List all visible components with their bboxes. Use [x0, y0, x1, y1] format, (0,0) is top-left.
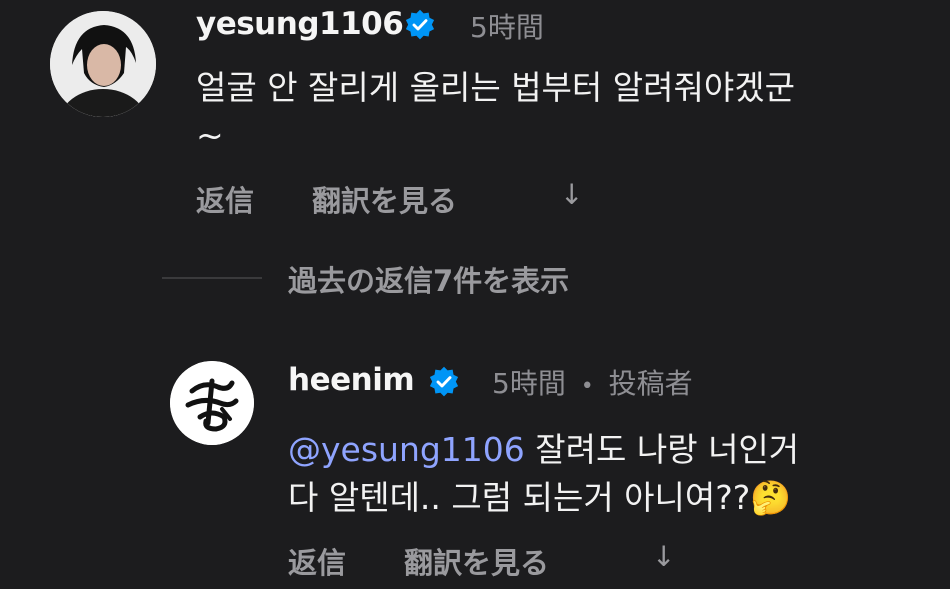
avatar-yesung1106[interactable] [50, 11, 156, 117]
separator-dot: • [580, 374, 594, 399]
arrow-down-icon[interactable]: ↓ [652, 540, 675, 573]
view-previous-replies-button[interactable]: 過去の返信7件を表示 [288, 258, 569, 300]
author-label: 投稿者 [608, 367, 693, 400]
profile-photo [50, 11, 156, 117]
translate-button[interactable]: 翻訳を見る [404, 540, 549, 582]
reply-meta: 5時間 • 投稿者 [492, 362, 693, 402]
thinking-face-emoji: 🤔 [750, 478, 792, 517]
heenim-logo-icon [170, 361, 254, 445]
reply-username[interactable]: heenim [288, 362, 415, 398]
verified-badge-icon [405, 9, 435, 40]
reply-button[interactable]: 返信 [288, 540, 346, 582]
reply-button[interactable]: 返信 [196, 178, 254, 220]
reply-text-part: 잘려도 나랑 너인거 [524, 430, 800, 469]
reply-timestamp: 5時間 [492, 367, 566, 400]
comment-text-line-1: 얼굴 안 잘리게 올리는 법부터 알려줘야겠군 [196, 68, 795, 107]
arrow-down-icon[interactable]: ↓ [560, 178, 583, 211]
comment-timestamp: 5時間 [470, 11, 544, 44]
reply-text-part-2: 다 알텐데.. 그럼 되는거 아니여?? [288, 478, 751, 517]
replies-divider [162, 277, 262, 279]
translate-button[interactable]: 翻訳を見る [312, 178, 457, 220]
avatar-heenim[interactable] [170, 361, 254, 445]
comment-username[interactable]: yesung1106 [196, 6, 404, 42]
reply-text-line-2: 다 알텐데.. 그럼 되는거 아니여??🤔 [288, 474, 791, 522]
mention-link[interactable]: @yesung1106 [288, 430, 525, 469]
comment-text-line-2: ~ [196, 116, 224, 155]
reply-text-line-1: @yesung1106 잘려도 나랑 너인거 [288, 426, 799, 474]
verified-badge-icon [429, 366, 459, 397]
